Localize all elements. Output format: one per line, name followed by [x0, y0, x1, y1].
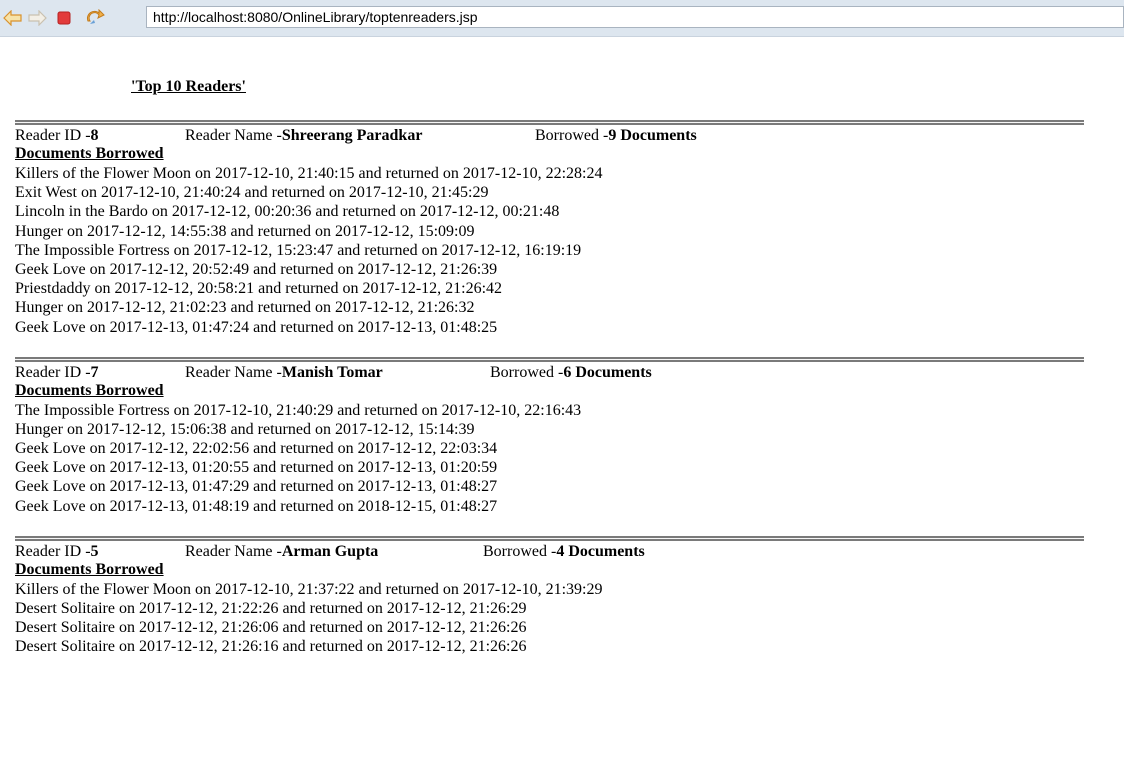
reader-header: Reader ID - 5 Reader Name - Arman Gupta Bo…: [15, 542, 1085, 561]
documents-borrowed-heading: Documents Borrowed: [15, 560, 164, 578]
address-bar[interactable]: http://localhost:8080/OnlineLibrary/topt…: [146, 6, 1124, 28]
list-item: Desert Solitaire on 2017-12-12, 21:26:06…: [15, 619, 527, 637]
reader-name-value: Manish Tomar: [281, 363, 383, 381]
documents-borrowed-heading: Documents Borrowed: [15, 145, 164, 162]
borrowed-count-value: 4 Documents: [556, 542, 645, 560]
separator-rule: [15, 120, 1084, 125]
reader-id-label: Reader ID -: [15, 542, 91, 560]
refresh-icon[interactable]: [85, 8, 105, 28]
list-item: Hunger on 2017-12-12, 15:06:38 and retur…: [15, 420, 475, 438]
borrowed-count: Borrowed - 6 Documents: [490, 363, 652, 382]
reader-name: Reader Name - Arman Gupta: [185, 542, 483, 561]
list-item: Geek Love on 2017-12-12, 20:52:49 and re…: [15, 260, 498, 278]
list-item: Geek Love on 2017-12-13, 01:48:19 and re…: [15, 497, 498, 515]
reader-id-value: 7: [90, 363, 99, 381]
reader-block: Reader ID - 8 Reader Name - Shreerang Par…: [15, 120, 1085, 337]
reader-block: Reader ID - 5 Reader Name - Arman Gupta Bo…: [15, 535, 1085, 657]
borrowed-count: Borrowed - 4 Documents: [483, 542, 645, 561]
page-title: 'Top 10 Readers': [131, 78, 246, 95]
borrowed-count: Borrowed - 9 Documents: [535, 126, 697, 145]
borrowed-count-label: Borrowed -: [535, 127, 609, 144]
list-item: Killers of the Flower Moon on 2017-12-10…: [15, 580, 603, 598]
borrowed-count-label: Borrowed -: [490, 363, 564, 381]
reader-name: Reader Name - Manish Tomar: [185, 363, 490, 382]
reader-id-value: 8: [90, 127, 99, 144]
browser-toolbar: http://localhost:8080/OnlineLibrary/topt…: [0, 0, 1124, 37]
list-item: The Impossible Fortress on 2017-12-10, 2…: [15, 401, 582, 419]
borrowed-count-value: 9 Documents: [608, 127, 697, 144]
reader-name-label: Reader Name -: [185, 363, 282, 381]
readers-list: Reader ID - 8 Reader Name - Shreerang Par…: [15, 120, 1085, 677]
list-item: Geek Love on 2017-12-13, 01:20:55 and re…: [15, 459, 498, 477]
list-item: Priestdaddy on 2017-12-12, 20:58:21 and …: [15, 280, 503, 298]
list-item: Geek Love on 2017-12-13, 01:47:29 and re…: [15, 478, 498, 496]
reader-name-label: Reader Name -: [185, 127, 282, 144]
list-item: Hunger on 2017-12-12, 14:55:38 and retur…: [15, 222, 475, 240]
reader-id: Reader ID - 7: [15, 363, 185, 382]
reader-name-value: Shreerang Paradkar: [281, 127, 423, 144]
borrowed-count-label: Borrowed -: [483, 542, 557, 560]
list-item: Geek Love on 2017-12-12, 22:02:56 and re…: [15, 440, 498, 458]
reader-block: Reader ID - 7 Reader Name - Manish Tomar B…: [15, 356, 1085, 516]
reader-name: Reader Name - Shreerang Paradkar: [185, 126, 535, 145]
reader-name-label: Reader Name -: [185, 542, 282, 560]
reader-id: Reader ID - 8: [15, 126, 185, 145]
separator-rule: [15, 535, 1084, 541]
reader-name-value: Arman Gupta: [281, 542, 379, 560]
reader-header: Reader ID - 8 Reader Name - Shreerang Par…: [15, 126, 1085, 145]
reader-id-label: Reader ID -: [15, 363, 91, 381]
back-arrow-icon[interactable]: [3, 8, 23, 28]
list-item: Killers of the Flower Moon on 2017-12-10…: [15, 165, 603, 182]
reader-id-value: 5: [90, 542, 99, 560]
documents-borrowed-heading: Documents Borrowed: [15, 381, 164, 399]
forward-arrow-icon[interactable]: [27, 8, 47, 28]
borrowed-count-value: 6 Documents: [563, 363, 652, 381]
list-item: The Impossible Fortress on 2017-12-12, 1…: [15, 241, 582, 259]
list-item: Desert Solitaire on 2017-12-12, 21:22:26…: [15, 600, 527, 617]
list-item: Lincoln in the Bardo on 2017-12-12, 00:2…: [15, 203, 560, 221]
separator-rule: [15, 356, 1084, 362]
list-item: Hunger on 2017-12-12, 21:02:23 and retur…: [15, 299, 475, 317]
stop-icon[interactable]: [54, 8, 74, 28]
reader-id-label: Reader ID -: [15, 127, 91, 144]
list-item: Exit West on 2017-12-10, 21:40:24 and re…: [15, 184, 489, 202]
list-item: Geek Love on 2017-12-13, 01:47:24 and re…: [15, 318, 498, 336]
list-item: Desert Solitaire on 2017-12-12, 21:26:16…: [15, 638, 527, 656]
reader-id: Reader ID - 5: [15, 542, 185, 561]
reader-header: Reader ID - 7 Reader Name - Manish Tomar B…: [15, 363, 1085, 382]
